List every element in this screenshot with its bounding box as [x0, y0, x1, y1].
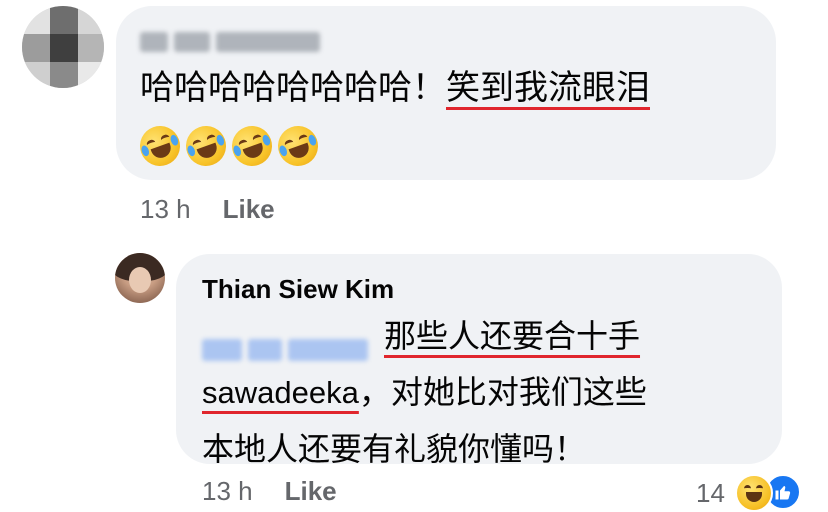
reply-text-line: ，对她比对我们这些 — [358, 373, 647, 411]
reply-text-underlined: 那些人还要合十手 — [384, 317, 641, 355]
reply-meta: 13 h Like — [202, 476, 337, 507]
like-button[interactable]: Like — [285, 476, 337, 507]
like-button[interactable]: Like — [223, 194, 275, 225]
reaction-icons — [734, 474, 801, 512]
avatar[interactable] — [115, 253, 165, 303]
emoji-row — [134, 120, 324, 172]
comment-meta: 13 h Like — [140, 194, 275, 225]
comment-bubble: 哈哈哈哈哈哈哈哈！笑到我流眼泪 — [116, 6, 776, 180]
reply-text-line: 本地人还要有礼貌你懂吗！ — [202, 430, 587, 468]
avatar[interactable] — [22, 6, 104, 88]
reaction-count: 14 — [696, 477, 725, 508]
rolling-laughing-emoji-icon — [180, 120, 232, 172]
comment-text-plain: 哈哈哈哈哈哈哈哈！ — [140, 68, 446, 108]
rolling-laughing-emoji-icon — [272, 120, 324, 172]
comment-text-underlined: 笑到我流眼泪 — [446, 68, 650, 108]
reply-text: 那些人还要合十手 sawadeeka，对她比对我们这些 本地人还要有礼貌你懂吗！ — [202, 308, 782, 477]
rolling-laughing-emoji-icon — [226, 120, 278, 172]
reply-text-underlined: sawadeeka — [202, 375, 359, 410]
comment-author-redacted[interactable] — [140, 30, 320, 54]
reply-time[interactable]: 13 h — [202, 476, 253, 507]
comment-thread: 哈哈哈哈哈哈哈哈！笑到我流眼泪 13 h Like Thian Siew Kim… — [0, 0, 828, 512]
rolling-laughing-emoji-icon — [134, 120, 186, 172]
comment-text: 哈哈哈哈哈哈哈哈！笑到我流眼泪 — [140, 66, 650, 110]
reply-bubble: Thian Siew Kim 那些人还要合十手 sawadeeka，对她比对我们… — [176, 254, 782, 468]
reply-author[interactable]: Thian Siew Kim — [202, 274, 394, 305]
reaction-summary[interactable]: 14 — [696, 474, 801, 512]
mention-redacted[interactable] — [202, 322, 374, 361]
haha-icon — [734, 474, 773, 512]
comment-time[interactable]: 13 h — [140, 194, 191, 225]
